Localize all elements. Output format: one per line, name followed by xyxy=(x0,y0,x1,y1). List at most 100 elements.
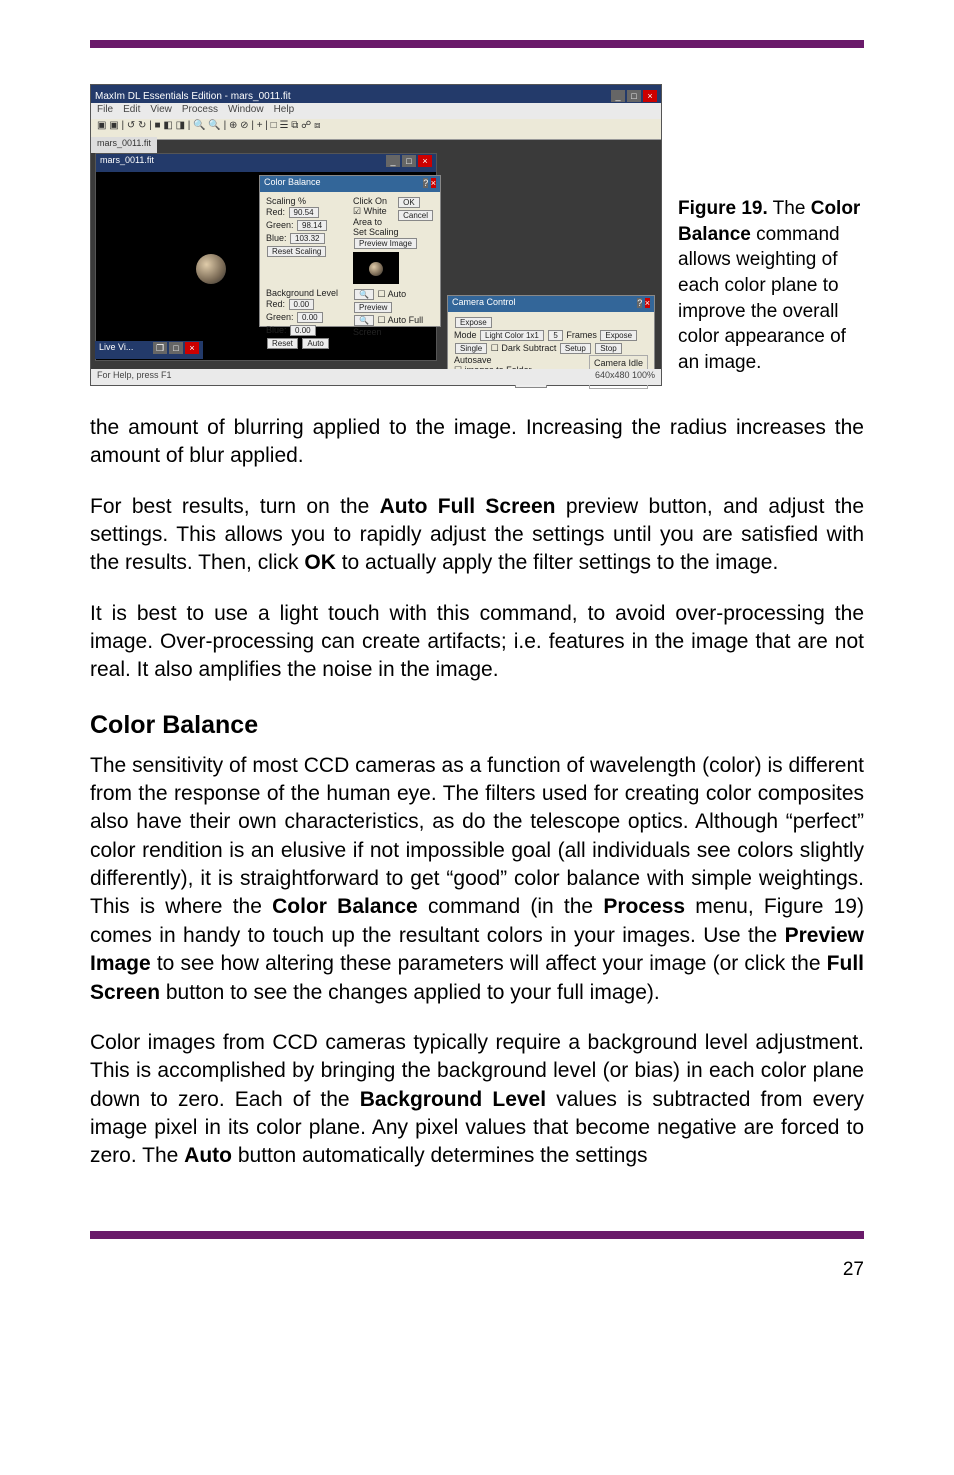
mode-field[interactable]: 5 xyxy=(548,330,562,341)
doc-window-buttons: _ □ × xyxy=(386,155,432,171)
figure-caption: Figure 19. The Color Balance command all… xyxy=(678,84,864,375)
dark-subtract-label[interactable]: Dark Subtract xyxy=(501,343,556,353)
window-buttons: _ □ × xyxy=(611,90,657,102)
set-scaling-text: Set Scaling xyxy=(353,227,434,237)
live-window-title: Live Vi... xyxy=(99,342,133,358)
reset-button[interactable]: Reset xyxy=(267,338,298,349)
section-heading-color-balance: Color Balance xyxy=(90,711,864,740)
zoom-in-icon[interactable]: 🔍 xyxy=(354,289,374,300)
expose-tab[interactable]: Expose xyxy=(455,317,492,328)
scaling-green-label: Green: xyxy=(266,220,294,230)
expose-button[interactable]: Expose xyxy=(600,330,637,341)
p4-i: button to see the changes applied to you… xyxy=(160,981,660,1004)
top-rule xyxy=(90,40,864,48)
color-balance-title: Color Balance xyxy=(264,177,321,191)
menu-view[interactable]: View xyxy=(150,104,172,120)
p4-c: command (in the xyxy=(418,895,604,918)
p5-e: button automatically determines the sett… xyxy=(232,1144,648,1167)
scaling-blue-value[interactable]: 103.32 xyxy=(290,233,324,244)
bg-green-value[interactable]: 0.00 xyxy=(297,312,323,323)
stop-button[interactable]: Stop xyxy=(595,343,621,354)
close-icon[interactable]: × xyxy=(643,90,657,102)
paragraph-4: The sensitivity of most CCD cameras as a… xyxy=(90,752,864,1007)
p2-ok: OK xyxy=(304,551,336,574)
preview-thumb xyxy=(353,252,399,284)
minimize-icon[interactable]: _ xyxy=(611,90,625,102)
dialog-help-close: ? × xyxy=(423,177,436,191)
single-select[interactable]: Single xyxy=(455,343,487,354)
scaling-red-value[interactable]: 90.54 xyxy=(289,207,319,218)
figure-label: Figure 19. xyxy=(678,198,768,219)
p2-auto-full-screen: Auto Full Screen xyxy=(380,495,556,518)
menu-process[interactable]: Process xyxy=(182,104,218,120)
preview-image-button[interactable]: Preview Image xyxy=(354,238,417,249)
live-max-icon[interactable]: □ xyxy=(169,342,183,354)
mode-label: Mode xyxy=(454,330,477,340)
maximize-icon[interactable]: □ xyxy=(627,90,641,102)
color-balance-titlebar: Color Balance ? × xyxy=(260,176,440,192)
preview-button-2[interactable]: Preview xyxy=(354,302,392,313)
reset-scaling-button[interactable]: Reset Scaling xyxy=(267,246,326,257)
live-window-titlebar: Live Vi... ❐ □ × xyxy=(95,341,203,359)
menu-file[interactable]: File xyxy=(97,104,113,120)
document-tab[interactable]: mars_0011.fit xyxy=(91,137,157,153)
toolbar: ▣ ▣ | ↺ ↻ | ■ ◧ ◨ | 🔍 🔍 | ⊕ ⊘ | + | □ ☰ … xyxy=(91,119,661,140)
p2-a: For best results, turn on the xyxy=(90,495,380,518)
figure-caption-text-1: The xyxy=(768,198,811,219)
scaling-blue-label: Blue: xyxy=(266,233,287,243)
bg-blue-label: Blue: xyxy=(266,325,287,335)
status-right: 640x480 100% xyxy=(595,370,655,384)
camera-control-dialog: Camera Control ? × Expose Mode Light Col… xyxy=(447,295,655,371)
p4-g: to see how altering these parameters wil… xyxy=(151,952,827,975)
bg-group-label: Background Level xyxy=(266,288,347,298)
help-icon[interactable]: ? xyxy=(423,178,428,188)
doc-minimize-icon[interactable]: _ xyxy=(386,155,400,167)
paragraph-2: For best results, turn on the Auto Full … xyxy=(90,493,864,578)
white-area-text: White Area to xyxy=(353,206,387,227)
frames-label: Frames xyxy=(566,330,597,340)
cancel-button[interactable]: Cancel xyxy=(398,210,433,221)
bg-red-value[interactable]: 0.00 xyxy=(289,299,315,310)
bg-blue-value[interactable]: 0.00 xyxy=(290,325,316,336)
p5-auto: Auto xyxy=(184,1144,232,1167)
ok-button[interactable]: OK xyxy=(398,197,420,208)
mars-image xyxy=(196,254,226,284)
figure-screenshot: MaxIm DL Essentials Edition - mars_0011.… xyxy=(90,84,662,386)
setup-button[interactable]: Setup xyxy=(560,343,591,354)
live-restore-icon[interactable]: ❐ xyxy=(153,342,167,354)
cc-help-close: ? × xyxy=(637,297,650,311)
camera-control-titlebar: Camera Control ? × xyxy=(448,296,654,312)
scaling-green-value[interactable]: 98.14 xyxy=(297,220,327,231)
bg-red-label: Red: xyxy=(266,299,285,309)
live-close-icon[interactable]: × xyxy=(185,342,199,354)
p2-e: to actually apply the filter settings to… xyxy=(336,551,778,574)
menu-window[interactable]: Window xyxy=(228,104,264,120)
figure-row: MaxIm DL Essentials Edition - mars_0011.… xyxy=(90,84,864,386)
page-number: 27 xyxy=(90,1259,864,1281)
paragraph-5: Color images from CCD cameras typically … xyxy=(90,1029,864,1171)
menu-edit[interactable]: Edit xyxy=(123,104,140,120)
status-bar: For Help, press F1 640x480 100% xyxy=(91,369,661,385)
doc-maximize-icon[interactable]: □ xyxy=(402,155,416,167)
scaling-red-label: Red: xyxy=(266,207,285,217)
document-window-titlebar: mars_0011.fit _ □ × xyxy=(96,154,436,172)
cc-close-icon[interactable]: × xyxy=(645,298,650,308)
bottom-rule xyxy=(90,1231,864,1239)
color-balance-dialog: Color Balance ? × Scaling % Red: 90.54 G… xyxy=(259,175,441,327)
preview-planet xyxy=(369,262,383,276)
main-window-title: MaxIm DL Essentials Edition - mars_0011.… xyxy=(95,91,291,102)
document-window-title: mars_0011.fit xyxy=(100,155,154,171)
menu-help[interactable]: Help xyxy=(274,104,295,120)
bg-green-label: Green: xyxy=(266,312,294,322)
paragraph-1: the amount of blurring applied to the im… xyxy=(90,414,864,471)
cc-help-icon[interactable]: ? xyxy=(637,298,642,308)
doc-close-icon[interactable]: × xyxy=(418,155,432,167)
dlg-close-icon[interactable]: × xyxy=(431,178,436,188)
auto-checkbox-label[interactable]: Auto xyxy=(388,289,407,299)
p5-background-level: Background Level xyxy=(360,1088,546,1111)
p4-process: Process xyxy=(603,895,685,918)
zoom-out-icon[interactable]: 🔍 xyxy=(354,315,374,326)
mode-select[interactable]: Light Color 1x1 xyxy=(480,330,544,341)
status-left: For Help, press F1 xyxy=(97,370,172,384)
auto-button[interactable]: Auto xyxy=(302,338,328,349)
